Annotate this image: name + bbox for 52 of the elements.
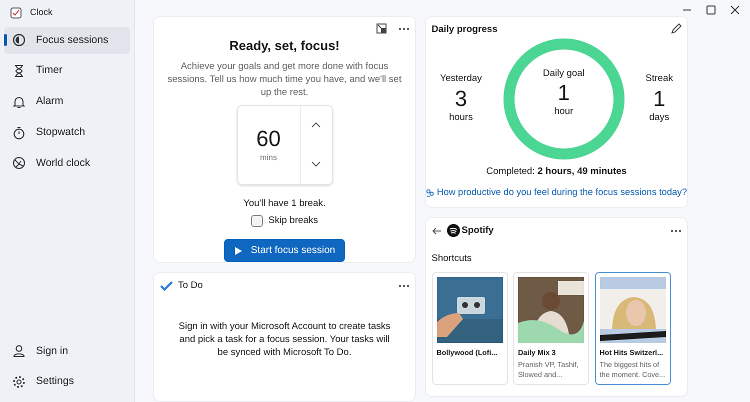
start-button[interactable]: Start focus session <box>224 239 346 262</box>
sidebar-item[interactable]: Focus sessions <box>4 26 130 54</box>
sidebar-item[interactable]: Alarm <box>4 88 130 116</box>
play-icon <box>234 246 243 256</box>
stat-value: 1 <box>556 81 571 106</box>
bell-icon <box>12 94 26 109</box>
window-title: Clock <box>30 6 53 19</box>
pencil-icon[interactable] <box>670 22 682 34</box>
person-icon <box>12 344 26 358</box>
settings-icon <box>12 375 26 390</box>
unit-label: mins <box>260 152 277 164</box>
message: Sign in with your Microsoft Account to create tasks and pick a task for a focus session. Your tasks will be synced with Microsoft To Do. <box>178 320 392 360</box>
checkbox[interactable] <box>250 215 263 228</box>
stat-label: Streak <box>646 72 673 86</box>
brand-name: Spotify <box>462 224 494 238</box>
stat-unit: days <box>648 110 670 125</box>
stat-unit: hour <box>553 105 574 120</box>
completed-text: Completed: 2 hours, 49 minutes <box>485 164 628 179</box>
card-title: Daily progress <box>432 22 498 36</box>
card-title: To Do <box>178 278 203 292</box>
hourglass-icon <box>12 64 26 78</box>
checkbox-label: Skip breaks <box>268 214 318 228</box>
chevron-up-icon[interactable] <box>311 122 321 128</box>
checkmark-icon <box>160 280 172 291</box>
stat-value: 3 <box>454 86 468 111</box>
breaks-note: You'll have 1 break. <box>242 196 327 211</box>
sidebar-item[interactable]: Sign in <box>4 338 130 366</box>
section-title: Shortcuts <box>430 252 473 266</box>
minutes-spinner[interactable]: 60 mins <box>236 104 332 185</box>
sidebar-item[interactable]: Timer <box>4 57 130 85</box>
minutes-value: 60 <box>256 126 281 152</box>
card-title: Ready, set, focus! <box>228 36 341 55</box>
sidebar-item[interactable]: Stopwatch <box>4 118 130 146</box>
close-icon[interactable] <box>730 4 740 14</box>
stat-label: Yesterday <box>440 72 482 86</box>
spotify-logo-icon <box>447 224 460 238</box>
sidebar-item[interactable]: World clock <box>4 150 130 178</box>
compact-view-icon[interactable] <box>376 22 386 34</box>
app-icon <box>10 6 22 19</box>
focus-icon <box>12 33 26 48</box>
chevron-down-icon[interactable] <box>311 161 321 168</box>
back-arrow-icon[interactable] <box>432 226 442 235</box>
feedback-icon <box>426 188 434 198</box>
stat-value: 1 <box>652 86 666 111</box>
sidebar-item[interactable]: Settings <box>4 368 130 396</box>
stopwatch-icon <box>12 126 26 140</box>
globe-icon <box>12 156 26 170</box>
stat-label: Daily goal <box>542 66 586 81</box>
feedback-link[interactable]: How productive do you feel during the focus sessions today? <box>436 186 687 200</box>
maximize-icon[interactable] <box>706 4 716 14</box>
description: Achieve your goals and get more done with focus sessions. Tell us how much time you have, and we'll set up the rest. <box>166 61 402 100</box>
stat-unit: hours <box>448 110 474 125</box>
